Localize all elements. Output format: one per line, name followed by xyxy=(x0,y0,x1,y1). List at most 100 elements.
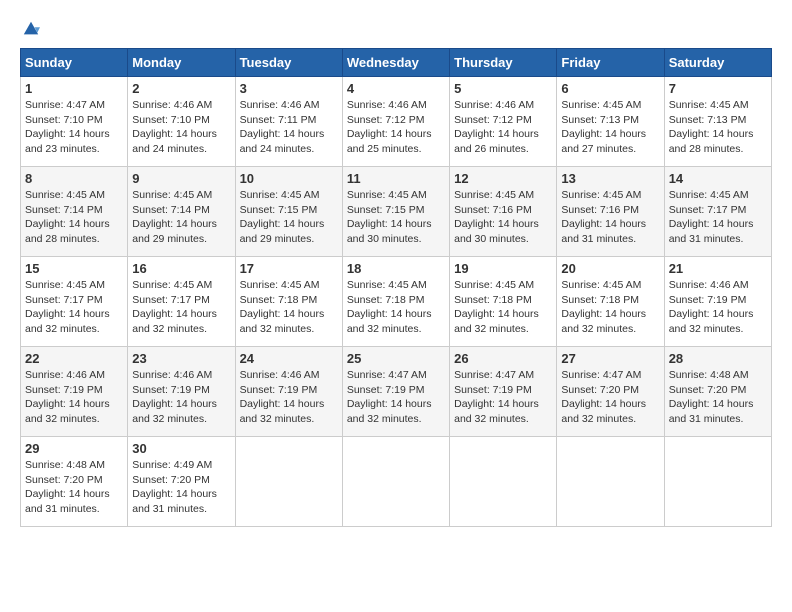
day-number: 18 xyxy=(347,261,445,276)
week-row-3: 15 Sunrise: 4:45 AM Sunset: 7:17 PM Dayli… xyxy=(21,257,772,347)
day-info: Sunrise: 4:45 AM Sunset: 7:17 PM Dayligh… xyxy=(669,188,767,247)
calendar-cell: 23 Sunrise: 4:46 AM Sunset: 7:19 PM Dayli… xyxy=(128,347,235,437)
day-number: 28 xyxy=(669,351,767,366)
calendar-cell: 2 Sunrise: 4:46 AM Sunset: 7:10 PM Daylig… xyxy=(128,77,235,167)
calendar-cell: 11 Sunrise: 4:45 AM Sunset: 7:15 PM Dayli… xyxy=(342,167,449,257)
day-number: 10 xyxy=(240,171,338,186)
day-info: Sunrise: 4:48 AM Sunset: 7:20 PM Dayligh… xyxy=(669,368,767,427)
day-number: 16 xyxy=(132,261,230,276)
calendar-cell: 10 Sunrise: 4:45 AM Sunset: 7:15 PM Dayli… xyxy=(235,167,342,257)
day-info: Sunrise: 4:47 AM Sunset: 7:19 PM Dayligh… xyxy=(454,368,552,427)
day-number: 23 xyxy=(132,351,230,366)
day-info: Sunrise: 4:45 AM Sunset: 7:16 PM Dayligh… xyxy=(454,188,552,247)
calendar-cell: 22 Sunrise: 4:46 AM Sunset: 7:19 PM Dayli… xyxy=(21,347,128,437)
calendar-cell: 16 Sunrise: 4:45 AM Sunset: 7:17 PM Dayli… xyxy=(128,257,235,347)
day-info: Sunrise: 4:45 AM Sunset: 7:18 PM Dayligh… xyxy=(347,278,445,337)
day-info: Sunrise: 4:46 AM Sunset: 7:19 PM Dayligh… xyxy=(25,368,123,427)
day-number: 21 xyxy=(669,261,767,276)
calendar-cell: 21 Sunrise: 4:46 AM Sunset: 7:19 PM Dayli… xyxy=(664,257,771,347)
calendar-cell: 12 Sunrise: 4:45 AM Sunset: 7:16 PM Dayli… xyxy=(450,167,557,257)
header xyxy=(20,20,772,38)
weekday-header: SundayMondayTuesdayWednesdayThursdayFrid… xyxy=(21,49,772,77)
calendar-cell: 13 Sunrise: 4:45 AM Sunset: 7:16 PM Dayli… xyxy=(557,167,664,257)
day-info: Sunrise: 4:46 AM Sunset: 7:11 PM Dayligh… xyxy=(240,98,338,157)
weekday-saturday: Saturday xyxy=(664,49,771,77)
day-info: Sunrise: 4:45 AM Sunset: 7:15 PM Dayligh… xyxy=(347,188,445,247)
calendar-cell: 4 Sunrise: 4:46 AM Sunset: 7:12 PM Daylig… xyxy=(342,77,449,167)
calendar-cell xyxy=(557,437,664,527)
calendar-cell: 1 Sunrise: 4:47 AM Sunset: 7:10 PM Daylig… xyxy=(21,77,128,167)
day-info: Sunrise: 4:46 AM Sunset: 7:10 PM Dayligh… xyxy=(132,98,230,157)
week-row-5: 29 Sunrise: 4:48 AM Sunset: 7:20 PM Dayli… xyxy=(21,437,772,527)
day-info: Sunrise: 4:45 AM Sunset: 7:18 PM Dayligh… xyxy=(561,278,659,337)
weekday-friday: Friday xyxy=(557,49,664,77)
calendar-cell: 19 Sunrise: 4:45 AM Sunset: 7:18 PM Dayli… xyxy=(450,257,557,347)
week-row-1: 1 Sunrise: 4:47 AM Sunset: 7:10 PM Daylig… xyxy=(21,77,772,167)
day-number: 11 xyxy=(347,171,445,186)
day-info: Sunrise: 4:46 AM Sunset: 7:12 PM Dayligh… xyxy=(454,98,552,157)
calendar-cell: 27Sunrise: 4:47 AM Sunset: 7:20 PM Dayli… xyxy=(557,347,664,437)
logo xyxy=(20,20,40,38)
day-number: 3 xyxy=(240,81,338,96)
calendar-cell: 28 Sunrise: 4:48 AM Sunset: 7:20 PM Dayli… xyxy=(664,347,771,437)
weekday-monday: Monday xyxy=(128,49,235,77)
weekday-tuesday: Tuesday xyxy=(235,49,342,77)
day-number: 17 xyxy=(240,261,338,276)
day-number: 19 xyxy=(454,261,552,276)
day-number: 12 xyxy=(454,171,552,186)
day-info: Sunrise: 4:45 AM Sunset: 7:17 PM Dayligh… xyxy=(25,278,123,337)
calendar-cell: 24Sunrise: 4:46 AM Sunset: 7:19 PM Dayli… xyxy=(235,347,342,437)
day-info: Sunrise: 4:45 AM Sunset: 7:18 PM Dayligh… xyxy=(240,278,338,337)
day-info: Sunrise: 4:46 AM Sunset: 7:19 PM Dayligh… xyxy=(669,278,767,337)
calendar-cell: 26 Sunrise: 4:47 AM Sunset: 7:19 PM Dayli… xyxy=(450,347,557,437)
calendar-cell: 5 Sunrise: 4:46 AM Sunset: 7:12 PM Daylig… xyxy=(450,77,557,167)
day-number: 22 xyxy=(25,351,123,366)
day-info: Sunrise: 4:45 AM Sunset: 7:13 PM Dayligh… xyxy=(561,98,659,157)
day-number: 29 xyxy=(25,441,123,456)
weekday-wednesday: Wednesday xyxy=(342,49,449,77)
day-number: 4 xyxy=(347,81,445,96)
calendar-cell: 30Sunrise: 4:49 AM Sunset: 7:20 PM Dayli… xyxy=(128,437,235,527)
day-info: Sunrise: 4:48 AM Sunset: 7:20 PM Dayligh… xyxy=(25,458,123,517)
calendar: SundayMondayTuesdayWednesdayThursdayFrid… xyxy=(20,48,772,527)
calendar-cell xyxy=(450,437,557,527)
calendar-cell: 9Sunrise: 4:45 AM Sunset: 7:14 PM Daylig… xyxy=(128,167,235,257)
day-number: 5 xyxy=(454,81,552,96)
week-row-4: 22 Sunrise: 4:46 AM Sunset: 7:19 PM Dayli… xyxy=(21,347,772,437)
day-info: Sunrise: 4:47 AM Sunset: 7:20 PM Dayligh… xyxy=(561,368,659,427)
day-info: Sunrise: 4:45 AM Sunset: 7:14 PM Dayligh… xyxy=(132,188,230,247)
day-number: 20 xyxy=(561,261,659,276)
day-number: 14 xyxy=(669,171,767,186)
day-info: Sunrise: 4:47 AM Sunset: 7:10 PM Dayligh… xyxy=(25,98,123,157)
weekday-thursday: Thursday xyxy=(450,49,557,77)
calendar-body: 1 Sunrise: 4:47 AM Sunset: 7:10 PM Daylig… xyxy=(21,77,772,527)
calendar-cell: 29 Sunrise: 4:48 AM Sunset: 7:20 PM Dayli… xyxy=(21,437,128,527)
day-info: Sunrise: 4:45 AM Sunset: 7:17 PM Dayligh… xyxy=(132,278,230,337)
day-info: Sunrise: 4:46 AM Sunset: 7:19 PM Dayligh… xyxy=(132,368,230,427)
day-info: Sunrise: 4:45 AM Sunset: 7:14 PM Dayligh… xyxy=(25,188,123,247)
calendar-cell: 14 Sunrise: 4:45 AM Sunset: 7:17 PM Dayli… xyxy=(664,167,771,257)
calendar-cell: 20 Sunrise: 4:45 AM Sunset: 7:18 PM Dayli… xyxy=(557,257,664,347)
calendar-cell: 8Sunrise: 4:45 AM Sunset: 7:14 PM Daylig… xyxy=(21,167,128,257)
day-info: Sunrise: 4:45 AM Sunset: 7:15 PM Dayligh… xyxy=(240,188,338,247)
day-number: 15 xyxy=(25,261,123,276)
calendar-cell xyxy=(235,437,342,527)
calendar-cell: 7Sunrise: 4:45 AM Sunset: 7:13 PM Daylig… xyxy=(664,77,771,167)
day-number: 30 xyxy=(132,441,230,456)
day-number: 13 xyxy=(561,171,659,186)
day-info: Sunrise: 4:45 AM Sunset: 7:16 PM Dayligh… xyxy=(561,188,659,247)
calendar-cell: 25 Sunrise: 4:47 AM Sunset: 7:19 PM Dayli… xyxy=(342,347,449,437)
day-number: 25 xyxy=(347,351,445,366)
calendar-cell: 17 Sunrise: 4:45 AM Sunset: 7:18 PM Dayli… xyxy=(235,257,342,347)
calendar-cell xyxy=(342,437,449,527)
day-number: 26 xyxy=(454,351,552,366)
day-number: 2 xyxy=(132,81,230,96)
day-info: Sunrise: 4:45 AM Sunset: 7:18 PM Dayligh… xyxy=(454,278,552,337)
calendar-cell: 18 Sunrise: 4:45 AM Sunset: 7:18 PM Dayli… xyxy=(342,257,449,347)
day-number: 1 xyxy=(25,81,123,96)
calendar-cell: 3 Sunrise: 4:46 AM Sunset: 7:11 PM Daylig… xyxy=(235,77,342,167)
day-number: 7 xyxy=(669,81,767,96)
day-info: Sunrise: 4:47 AM Sunset: 7:19 PM Dayligh… xyxy=(347,368,445,427)
calendar-cell xyxy=(664,437,771,527)
day-info: Sunrise: 4:46 AM Sunset: 7:12 PM Dayligh… xyxy=(347,98,445,157)
